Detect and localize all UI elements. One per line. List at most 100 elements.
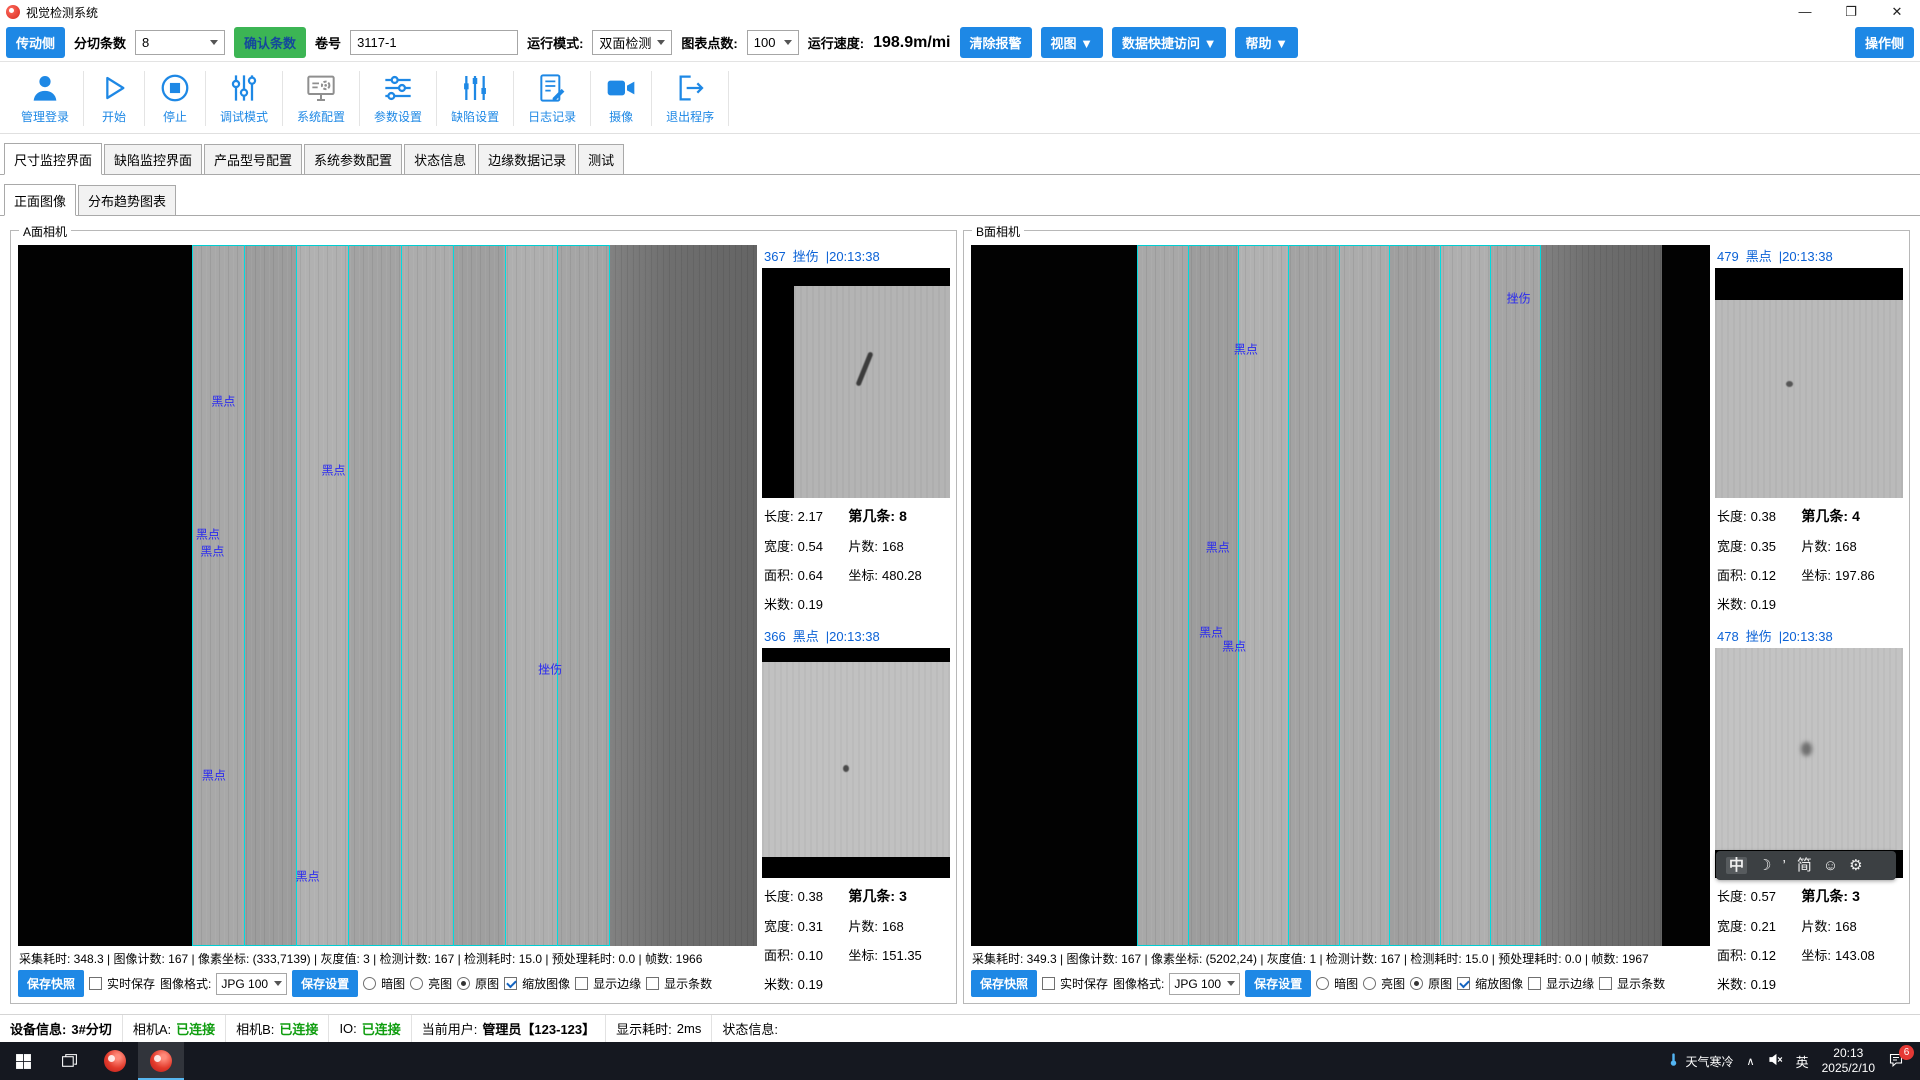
show-strips-checkbox[interactable] bbox=[1599, 977, 1612, 990]
minimize-button[interactable]: — bbox=[1782, 0, 1828, 24]
toolbar-button-debug-mode[interactable]: 调试模式 bbox=[207, 66, 281, 131]
camera-b-connection-label: 相机B: bbox=[236, 1019, 274, 1038]
confirm-count-button[interactable]: 确认条数 bbox=[234, 27, 306, 58]
stat-label: 片数: bbox=[848, 539, 878, 554]
run-mode-select[interactable]: 双面检测 bbox=[592, 30, 672, 55]
show-edge-checkbox[interactable] bbox=[1528, 977, 1541, 990]
bright-image-radio[interactable] bbox=[1363, 977, 1376, 990]
volume-muted-icon[interactable] bbox=[1768, 1052, 1783, 1070]
save-settings-button[interactable]: 保存设置 bbox=[1245, 970, 1311, 997]
toolbar-button-admin-login[interactable]: 管理登录 bbox=[8, 66, 82, 131]
strip-boundary-line bbox=[296, 245, 297, 946]
ime-item-moon[interactable]: ☽ bbox=[1758, 858, 1771, 873]
icon-toolbar: 管理登录开始停止调试模式系统配置参数设置缺陷设置日志记录摄像退出程序 bbox=[0, 62, 1920, 134]
taskbar-app-1[interactable] bbox=[92, 1042, 138, 1080]
stat-label: 面积: bbox=[764, 948, 794, 963]
image-format-select[interactable]: JPG 100 bbox=[1169, 973, 1240, 995]
strip-count-select[interactable]: 8 bbox=[135, 30, 225, 55]
tab-system-param-config[interactable]: 系统参数配置 bbox=[304, 144, 402, 175]
toolbar-button-capture[interactable]: 摄像 bbox=[592, 66, 650, 131]
realtime-save-checkbox[interactable] bbox=[89, 977, 102, 990]
equalizer-icon bbox=[459, 72, 491, 104]
save-snapshot-button[interactable]: 保存快照 bbox=[18, 970, 84, 997]
display-time-label: 显示耗时: bbox=[616, 1019, 672, 1038]
toolbar-button-system-config[interactable]: 系统配置 bbox=[284, 66, 358, 131]
stat-value: 3 bbox=[1852, 888, 1860, 904]
toolbar-button-param-settings[interactable]: 参数设置 bbox=[361, 66, 435, 131]
strip-boundary-line bbox=[1188, 245, 1189, 946]
show-strips-checkbox[interactable] bbox=[646, 977, 659, 990]
save-snapshot-button[interactable]: 保存快照 bbox=[971, 970, 1037, 997]
toolbar-button-log-record[interactable]: 日志记录 bbox=[515, 66, 589, 131]
strip-boundary-line bbox=[1389, 245, 1390, 946]
weather-indicator[interactable]: 天气寒冷 bbox=[1666, 1052, 1734, 1070]
camera-image-b[interactable]: 挫伤黑点黑点黑点黑点 bbox=[971, 245, 1710, 946]
stat-cell: 米数:0.19 bbox=[764, 594, 848, 613]
toolbar-button-defect-settings[interactable]: 缺陷设置 bbox=[438, 66, 512, 131]
tab-defect-monitor[interactable]: 缺陷监控界面 bbox=[104, 144, 202, 175]
taskbar-app-2[interactable] bbox=[138, 1042, 184, 1080]
tab-edge-data-record[interactable]: 边缘数据记录 bbox=[478, 144, 576, 175]
ime-item-chinese-mode[interactable]: 中 bbox=[1726, 857, 1747, 874]
view-menu-button[interactable]: 视图 ▼ bbox=[1041, 27, 1103, 58]
defect-column-a: 367挫伤|20:13:38长度:2.17第几条:8宽度:0.54片数:168面… bbox=[762, 245, 950, 999]
windows-logo-icon bbox=[15, 1053, 32, 1070]
ime-item-settings-gear[interactable]: ⚙ bbox=[1849, 858, 1862, 873]
task-view-button[interactable] bbox=[46, 1042, 92, 1080]
zoom-image-checkbox[interactable] bbox=[504, 977, 517, 990]
clear-alarm-button[interactable]: 清除报警 bbox=[960, 27, 1032, 58]
defect-card-367[interactable]: 367挫伤|20:13:38长度:2.17第几条:8宽度:0.54片数:168面… bbox=[762, 245, 950, 615]
bright-image-radio[interactable] bbox=[410, 977, 423, 990]
stat-label: 长度: bbox=[764, 509, 794, 524]
dark-image-radio[interactable] bbox=[363, 977, 376, 990]
stat-cell: 第几条:4 bbox=[1801, 506, 1901, 526]
subtab-front-image[interactable]: 正面图像 bbox=[4, 184, 76, 216]
tab-test[interactable]: 测试 bbox=[578, 144, 624, 175]
start-button[interactable] bbox=[0, 1042, 46, 1080]
operation-side-button[interactable]: 操作侧 bbox=[1855, 27, 1914, 58]
tab-size-monitor[interactable]: 尺寸监控界面 bbox=[4, 143, 102, 175]
toolbar-button-start[interactable]: 开始 bbox=[85, 66, 143, 131]
transmission-side-button[interactable]: 传动侧 bbox=[6, 27, 65, 58]
defect-stats: 长度:2.17第几条:8宽度:0.54片数:168面积:0.64坐标:480.2… bbox=[762, 498, 950, 615]
tab-product-model-config[interactable]: 产品型号配置 bbox=[204, 144, 302, 175]
tab-status-info[interactable]: 状态信息 bbox=[404, 144, 476, 175]
save-settings-button[interactable]: 保存设置 bbox=[292, 970, 358, 997]
help-menu-button[interactable]: 帮助 ▼ bbox=[1235, 27, 1297, 58]
app-icon bbox=[150, 1050, 172, 1072]
close-button[interactable]: ✕ bbox=[1874, 0, 1920, 24]
data-shortcut-menu-button[interactable]: 数据快捷访问 ▼ bbox=[1112, 27, 1226, 58]
clock[interactable]: 20:13 2025/2/10 bbox=[1822, 1046, 1875, 1076]
zoom-image-checkbox[interactable] bbox=[1457, 977, 1470, 990]
toolbar-button-exit-program[interactable]: 退出程序 bbox=[653, 66, 727, 131]
restore-button[interactable]: ❐ bbox=[1828, 0, 1874, 24]
ime-item-punctuation[interactable]: ’ bbox=[1782, 858, 1785, 873]
device-info-value: 3#分切 bbox=[71, 1019, 111, 1038]
stat-cell bbox=[848, 974, 948, 993]
hidden-icons-button[interactable]: ∧ bbox=[1747, 1055, 1755, 1068]
stat-cell: 面积:0.64 bbox=[764, 565, 848, 584]
camera-image-a[interactable]: 黑点黑点黑点黑点挫伤黑点黑点 bbox=[18, 245, 757, 946]
realtime-save-checkbox[interactable] bbox=[1042, 977, 1055, 990]
dark-image-radio[interactable] bbox=[1316, 977, 1329, 990]
defect-card-479[interactable]: 479黑点|20:13:38长度:0.38第几条:4宽度:0.35片数:168面… bbox=[1715, 245, 1903, 615]
notification-button[interactable]: 6 bbox=[1888, 1052, 1910, 1071]
original-image-radio[interactable] bbox=[1410, 977, 1423, 990]
defect-card-366[interactable]: 366黑点|20:13:38长度:0.38第几条:3宽度:0.31片数:168面… bbox=[762, 625, 950, 995]
thumb-region bbox=[1715, 300, 1903, 498]
toolbar-separator bbox=[436, 71, 437, 126]
show-edge-checkbox[interactable] bbox=[575, 977, 588, 990]
ime-item-emoji[interactable]: ☺ bbox=[1823, 858, 1838, 873]
language-indicator[interactable]: 英 bbox=[1796, 1052, 1809, 1071]
ime-toolbar[interactable]: 中 ☽ ’ 简 ☺ ⚙ bbox=[1716, 851, 1896, 880]
toolbar-label-log-record: 日志记录 bbox=[528, 108, 576, 125]
chart-points-select[interactable]: 100 bbox=[747, 30, 799, 55]
stat-value: 0.31 bbox=[798, 919, 823, 934]
toolbar-button-stop[interactable]: 停止 bbox=[146, 66, 204, 131]
roll-number-input[interactable] bbox=[350, 30, 518, 55]
defect-card-478[interactable]: 478挫伤|20:13:38长度:0.57第几条:3宽度:0.21片数:168面… bbox=[1715, 625, 1903, 995]
subtab-distribution-trend-chart[interactable]: 分布趋势图表 bbox=[78, 185, 176, 216]
original-image-radio[interactable] bbox=[457, 977, 470, 990]
image-format-select[interactable]: JPG 100 bbox=[216, 973, 287, 995]
ime-item-simplified[interactable]: 简 bbox=[1797, 858, 1812, 873]
